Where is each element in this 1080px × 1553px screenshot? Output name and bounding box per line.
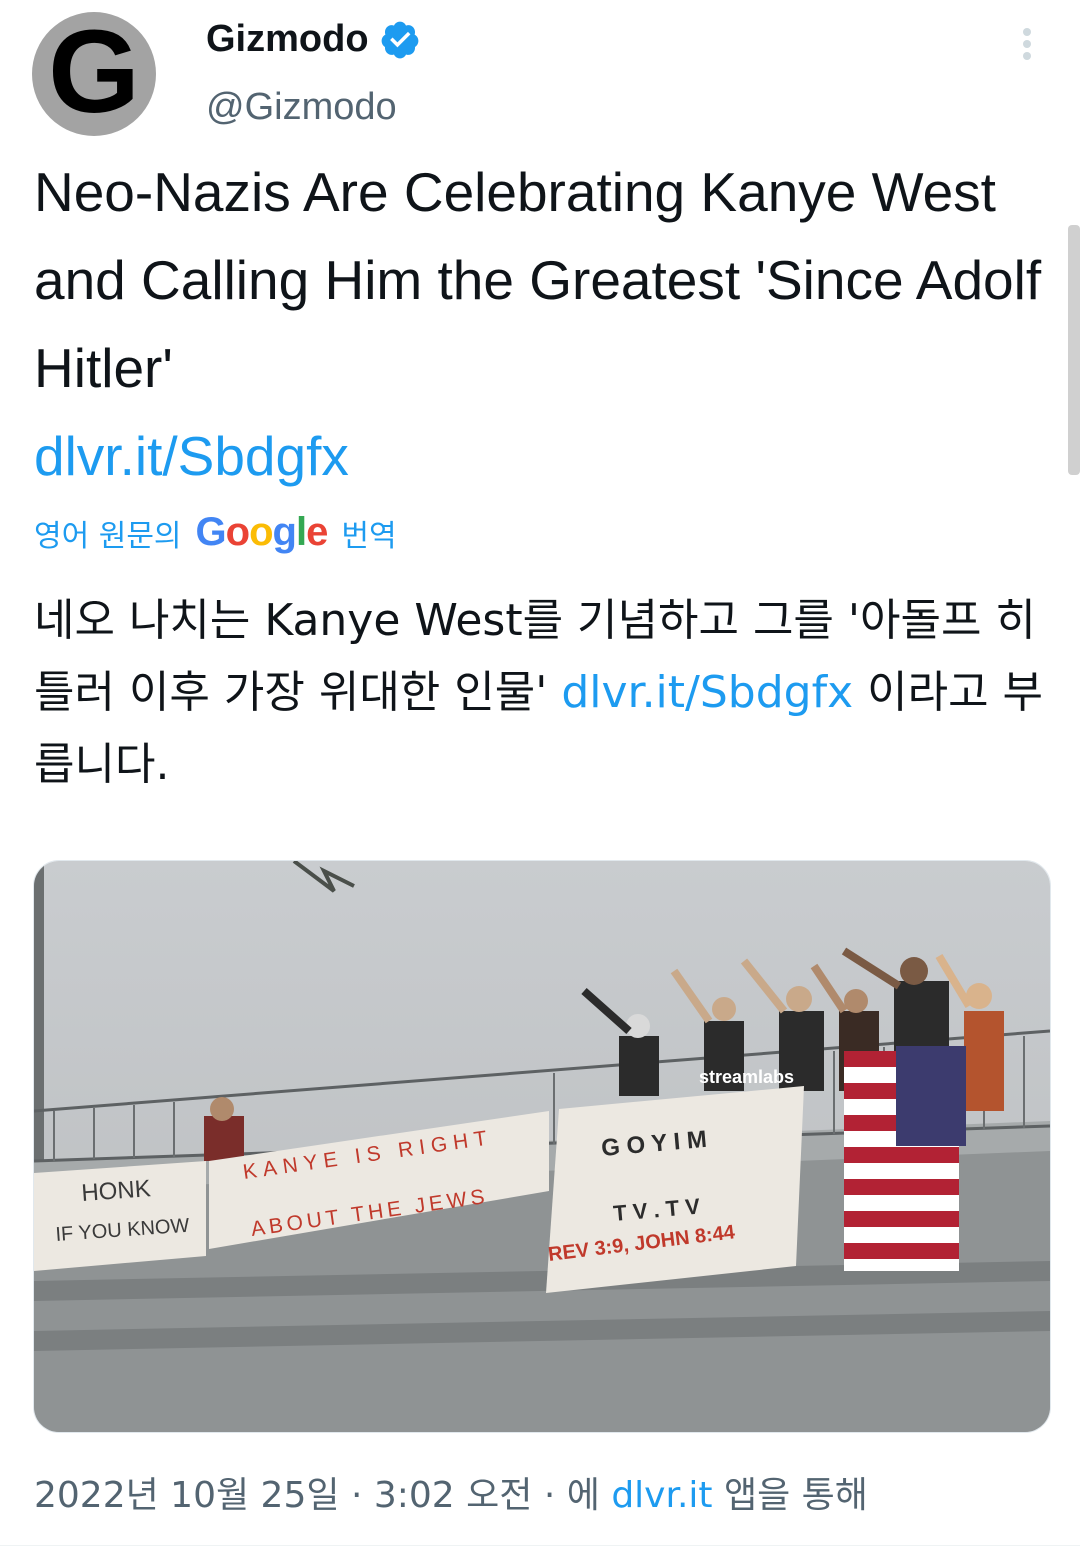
translation-attribution[interactable]: 영어 원문의 Google 번역 [34, 510, 397, 555]
flag [844, 1046, 966, 1271]
tweet-text: Neo-Nazis Are Celebrating Kanye West and… [34, 148, 1064, 500]
scrollbar[interactable] [1068, 225, 1080, 475]
overpass-photo: HONK IF YOU KNOW KANYE IS RIGHT ABOUT TH… [34, 861, 1050, 1432]
tweet-date[interactable]: 2022년 10월 25일 [34, 1475, 339, 1516]
display-name[interactable]: Gizmodo [206, 18, 369, 61]
meta-separator-1: · [350, 1475, 363, 1516]
avatar-letter: G [48, 6, 140, 138]
translated-text: 네오 나치는 Kanye West를 기념하고 그를 '아돌프 히틀러 이후 가… [34, 585, 1054, 801]
banner-honk: HONK IF YOU KNOW [34, 1161, 206, 1271]
tweet-time[interactable]: 3:02 오전 [374, 1475, 533, 1516]
tweet-metadata: 2022년 10월 25일 · 3:02 오전 · 에 dlvr.it 앱을 통… [34, 1466, 868, 1518]
banner-goyim: G O Y I M T V . T V REV 3:9, JOHN 8:44 [546, 1086, 804, 1293]
tweet-body: Neo-Nazis Are Celebrating Kanye West and… [34, 161, 1042, 399]
translation-label-suffix: 번역 [341, 518, 397, 554]
streamlabs-watermark: streamlabs [699, 1067, 794, 1087]
more-options-icon[interactable] [1012, 24, 1042, 64]
avatar[interactable]: G [32, 12, 156, 136]
banner-honk-line1: HONK [81, 1175, 152, 1207]
translated-link[interactable]: dlvr.it/Sbdgfx [561, 667, 853, 718]
tweet-media-image[interactable]: HONK IF YOU KNOW KANYE IS RIGHT ABOUT TH… [33, 860, 1051, 1433]
verified-badge-icon [381, 21, 418, 58]
divider [0, 1545, 1080, 1546]
google-logo: Google [195, 510, 329, 554]
translation-label-prefix: 영어 원문의 [34, 518, 182, 554]
author-name-row: Gizmodo [206, 18, 421, 61]
tweet-link[interactable]: dlvr.it/Sbdgfx [34, 425, 349, 487]
via-prefix: 에 [566, 1475, 600, 1516]
source-link[interactable]: dlvr.it [611, 1475, 712, 1516]
meta-separator-2: · [543, 1475, 556, 1516]
handle[interactable]: @Gizmodo [206, 86, 397, 129]
via-suffix: 앱을 통해 [723, 1475, 868, 1516]
